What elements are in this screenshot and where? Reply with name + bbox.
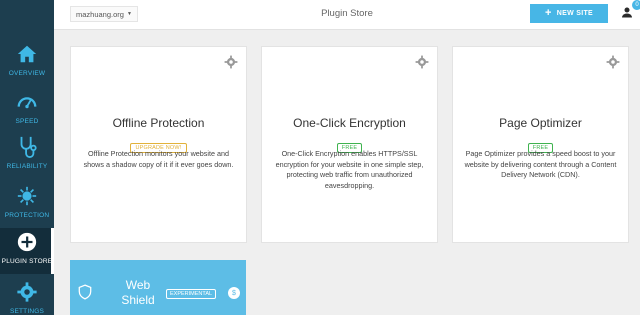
chevron-down-icon: ▼: [126, 11, 132, 17]
experimental-badge: EXPERIMENTAL: [166, 289, 217, 299]
user-icon: [621, 5, 633, 23]
sidebar-item-label: SPEED: [15, 118, 39, 125]
account-button[interactable]: 0: [616, 0, 640, 25]
sidebar-item-settings[interactable]: SETTINGS: [0, 278, 54, 315]
site-select[interactable]: mazhuang.org ▼: [70, 6, 138, 22]
virus-icon: [13, 182, 41, 210]
card-description: Offline Protection monitors your website…: [83, 149, 234, 169]
topbar: mazhuang.org ▼ Plugin Store + NEW SITE 0: [54, 0, 640, 30]
card-title: Offline Protection: [112, 116, 205, 130]
gear-icon[interactable]: [606, 55, 620, 69]
speedometer-icon: [13, 88, 41, 116]
sidebar-item-label: OVERVIEW: [8, 70, 46, 77]
sidebar-item-label: RELIABILITY: [6, 163, 48, 170]
sidebar-item-label: PLUGIN STORE: [1, 258, 53, 265]
gear-icon[interactable]: [415, 55, 429, 69]
sidebar-item-label: PROTECTION: [4, 212, 50, 219]
sidebar-item-speed[interactable]: SPEED: [0, 88, 54, 134]
card-title: Web Shield: [121, 278, 155, 307]
card-title: Page Optimizer: [499, 116, 582, 130]
sidebar: OVERVIEW SPEED RELIABILITY PROTECTION PL…: [0, 0, 54, 315]
sidebar-item-label: SETTINGS: [9, 308, 45, 315]
card-title: One-Click Encryption: [293, 116, 406, 130]
plus-icon: +: [545, 7, 552, 19]
new-site-button[interactable]: + NEW SITE: [530, 4, 608, 23]
card-description: Page Optimizer provides a speed boost to…: [464, 149, 617, 179]
plugin-card-web-shield[interactable]: Web Shield EXPERIMENTAL $: [70, 260, 246, 315]
sidebar-item-reliability[interactable]: RELIABILITY: [0, 133, 54, 179]
price-icon[interactable]: $: [228, 287, 240, 299]
notification-badge: 0: [632, 0, 640, 10]
gear-icon: [13, 278, 41, 306]
stethoscope-icon: [13, 133, 41, 161]
sidebar-item-protection[interactable]: PROTECTION: [0, 182, 54, 228]
sidebar-item-overview[interactable]: OVERVIEW: [0, 40, 54, 86]
home-icon: [13, 40, 41, 68]
site-select-value: mazhuang.org: [76, 9, 124, 19]
new-site-label: NEW SITE: [556, 10, 593, 17]
plugin-card-offline-protection[interactable]: Offline Protection UPGRADE NOW! Offline …: [70, 46, 247, 243]
plus-circle-icon: [13, 228, 41, 256]
gear-icon[interactable]: [224, 55, 238, 69]
plugin-card-one-click-encryption[interactable]: One-Click Encryption FREE One-Click Encr…: [261, 46, 438, 243]
plugin-card-page-optimizer[interactable]: Page Optimizer FREE Page Optimizer provi…: [452, 46, 629, 243]
card-description: One-Click Encryption enables HTTPS/SSL e…: [275, 149, 424, 190]
sidebar-item-plugin-store[interactable]: PLUGIN STORE: [0, 228, 54, 274]
shield-icon: [78, 284, 92, 300]
